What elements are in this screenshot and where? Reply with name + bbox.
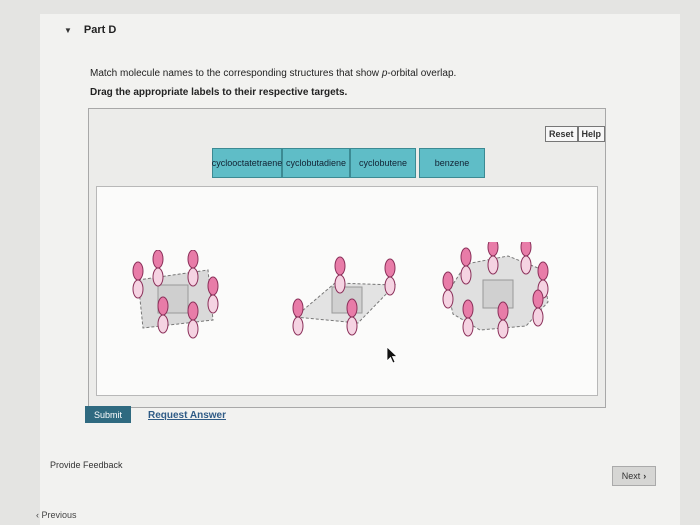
help-button[interactable]: Help [577, 126, 606, 142]
caret-down-icon[interactable]: ▼ [64, 26, 72, 35]
p-orbital-icon [520, 242, 532, 275]
structure-target-1[interactable] [118, 250, 228, 340]
reset-button[interactable]: Reset [545, 126, 578, 142]
instructions-text: Match molecule names to the correspondin… [90, 68, 457, 79]
drag-instructions: Drag the appropriate labels to their res… [90, 87, 348, 98]
p-orbital-icon [384, 258, 396, 296]
p-orbital-icon [152, 250, 164, 287]
part-title: Part D [83, 24, 117, 36]
label-cyclobutene[interactable]: cyclobutene [350, 148, 416, 178]
p-orbital-icon [334, 256, 346, 294]
previous-button[interactable]: ‹ Previous [36, 510, 77, 520]
p-orbital-icon [187, 250, 199, 287]
mouse-pointer-icon [386, 346, 398, 364]
chevron-left-icon: ‹ [36, 510, 39, 520]
provide-feedback-link[interactable]: Provide Feedback [50, 460, 123, 470]
label-cyclobutadiene[interactable]: cyclobutadiene [282, 148, 350, 178]
label-cyclooctatetraene[interactable]: cyclooctatetraene [212, 148, 282, 178]
p-orbital-icon [487, 242, 499, 275]
part-header[interactable]: ▼ Part D [64, 24, 116, 36]
structure-target-3[interactable] [428, 242, 558, 342]
next-button[interactable]: Next › [612, 466, 656, 486]
chevron-right-icon: › [643, 471, 647, 481]
structure-target-2[interactable] [280, 255, 410, 340]
request-answer-link[interactable]: Request Answer [148, 410, 226, 421]
toolbar: Reset Help [545, 126, 606, 142]
submit-button[interactable]: Submit [85, 406, 131, 423]
draggable-labels: cyclooctatetraene cyclobutadiene cyclobu… [212, 148, 485, 178]
label-benzene[interactable]: benzene [419, 148, 485, 178]
